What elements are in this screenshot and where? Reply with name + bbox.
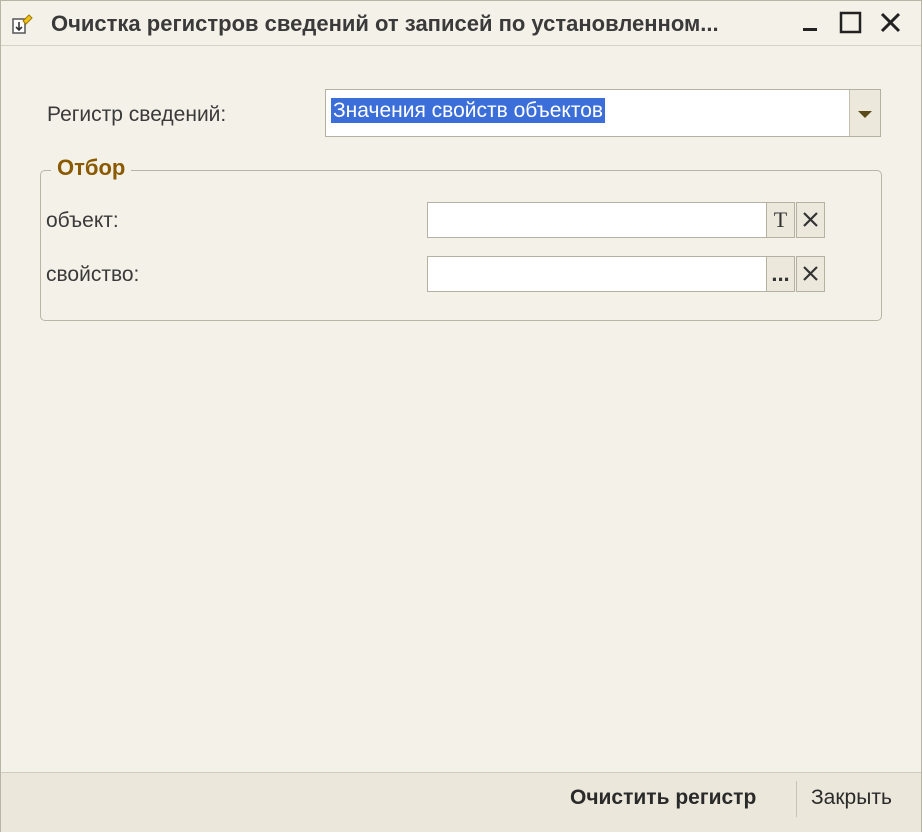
filter-group xyxy=(40,170,882,321)
property-label: свойство: xyxy=(46,263,140,286)
chevron-down-icon xyxy=(858,111,872,118)
close-icon[interactable] xyxy=(877,9,905,37)
minimize-icon[interactable] xyxy=(797,9,825,37)
object-label: объект: xyxy=(46,209,119,232)
footer-bar: Очистить регистр Закрыть xyxy=(1,772,921,832)
footer-divider xyxy=(796,781,797,817)
object-input[interactable] xyxy=(427,202,767,238)
clear-x-icon xyxy=(803,266,818,281)
type-select-button[interactable]: T xyxy=(766,202,795,238)
register-selected-value[interactable]: Значения свойств объектов xyxy=(331,98,606,123)
dialog-window: Очистка регистров сведений от записей по… xyxy=(0,0,922,832)
window-title: Очистка регистров сведений от записей по… xyxy=(51,11,719,36)
filter-group-title: Отбор xyxy=(51,155,132,181)
dropdown-button[interactable] xyxy=(849,90,880,136)
maximize-icon[interactable] xyxy=(837,9,865,37)
register-combobox[interactable]: Значения свойств объектов xyxy=(325,89,881,137)
clear-register-button[interactable]: Очистить регистр xyxy=(570,786,756,810)
property-clear-button[interactable] xyxy=(796,256,825,292)
object-clear-button[interactable] xyxy=(796,202,825,238)
title-bar[interactable]: Очистка регистров сведений от записей по… xyxy=(1,1,921,46)
register-label: Регистр сведений: xyxy=(47,103,227,126)
property-input[interactable] xyxy=(427,256,767,292)
edit-document-icon xyxy=(12,14,33,34)
close-button[interactable]: Закрыть xyxy=(811,786,892,810)
property-select-button[interactable]: ... xyxy=(766,256,795,292)
clear-x-icon xyxy=(803,212,818,227)
